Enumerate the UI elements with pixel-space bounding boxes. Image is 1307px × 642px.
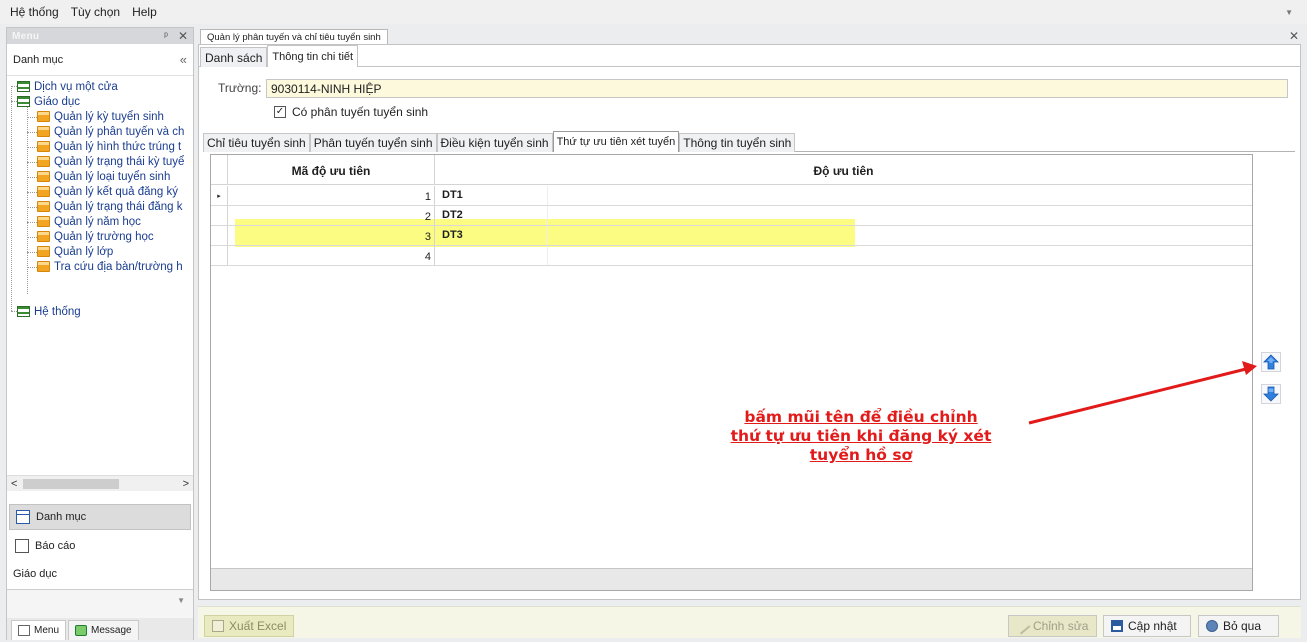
- tree-node-lop[interactable]: Quản lý lớp: [37, 244, 113, 259]
- tab-label: Menu: [34, 625, 60, 636]
- document-icon: [37, 111, 50, 122]
- collapse-icon[interactable]: «: [180, 52, 187, 67]
- tree-node-label: Tra cứu địa bàn/trường h: [54, 260, 183, 273]
- document-close-icon[interactable]: ✕: [1289, 29, 1299, 43]
- dropdown-arrow-icon[interactable]: ▼: [1279, 8, 1299, 17]
- category-title: Danh mục: [13, 53, 64, 66]
- menu-icon: [18, 625, 30, 636]
- panel-overflow[interactable]: ▼: [7, 589, 193, 619]
- tree-node-label: Quản lý hình thức trúng t: [54, 140, 182, 153]
- scroll-right-icon[interactable]: >: [183, 478, 189, 490]
- document-icon: [37, 141, 50, 152]
- tree-node-phan-tuyen[interactable]: Quản lý phân tuyến và ch: [37, 124, 184, 139]
- tree-node-label: Quản lý trạng thái kỳ tuyể: [54, 155, 185, 168]
- nav-danh-muc-button[interactable]: Danh mục: [9, 504, 191, 530]
- cancel-label: Bỏ qua: [1223, 619, 1262, 633]
- menubar: Hệ thống Tùy chọn Help ▼: [0, 0, 1307, 24]
- bottom-action-bar: Xuất Excel Chỉnh sửa Cập nhật Bỏ qua: [198, 606, 1301, 638]
- tree-node-label: Quản lý kết quả đăng ký: [54, 185, 179, 198]
- document-icon: [37, 231, 50, 242]
- tree-node-trang-thai-ky[interactable]: Quản lý trạng thái kỳ tuyể: [37, 154, 184, 169]
- close-icon[interactable]: ✕: [178, 29, 188, 43]
- tab-message[interactable]: Message: [68, 620, 139, 640]
- tree-node-ky-tuyen-sinh[interactable]: Quản lý kỳ tuyển sinh: [37, 109, 164, 124]
- group-label: Giáo dục: [9, 561, 191, 587]
- panel-header: Menu ᵖ ✕: [7, 28, 193, 44]
- horizontal-scrollbar[interactable]: < >: [7, 475, 193, 491]
- annotation-line: thứ tự ưu tiên khi đăng ký xét: [730, 427, 992, 445]
- tree-node-label: Quản lý trạng thái đăng k: [54, 200, 183, 213]
- tree-node-nam-hoc[interactable]: Quản lý năm học: [37, 214, 141, 229]
- tree-node-trang-thai-dang-ky[interactable]: Quản lý trạng thái đăng k: [37, 199, 183, 214]
- tree-node-label: Quản lý kỳ tuyển sinh: [54, 110, 164, 123]
- tree-node-label: Quản lý trường học: [54, 230, 154, 243]
- edit-label: Chỉnh sửa: [1033, 619, 1089, 633]
- tree-node-ket-qua[interactable]: Quản lý kết quả đăng ký: [37, 184, 178, 199]
- document-icon: [37, 186, 50, 197]
- annotation-line: tuyển hồ sơ: [809, 446, 913, 464]
- tree-node-label: Quản lý năm học: [54, 215, 141, 228]
- document-icon: [37, 156, 50, 167]
- tree-node-label: Giáo dục: [34, 95, 81, 108]
- update-label: Cập nhật: [1128, 619, 1177, 633]
- document-icon: [37, 246, 50, 257]
- update-button[interactable]: Cập nhật: [1103, 615, 1191, 637]
- annotation-arrow: [1028, 361, 1257, 425]
- annotation-line: bấm mũi tên để điều chỉnh: [744, 408, 978, 426]
- export-excel-button[interactable]: Xuất Excel: [204, 615, 295, 637]
- nav-label: Báo cáo: [35, 540, 76, 552]
- scroll-left-icon[interactable]: <: [11, 478, 17, 490]
- pin-icon[interactable]: ᵖ: [164, 31, 168, 42]
- cancel-button[interactable]: Bỏ qua: [1198, 615, 1279, 637]
- main-panel: Danh sách Thông tin chi tiết Trường: 903…: [198, 44, 1301, 600]
- document-icon: [37, 126, 50, 137]
- tree-node-dich-vu[interactable]: Dịch vụ một cửa: [17, 79, 118, 94]
- document-tab[interactable]: Quản lý phân tuyến và chỉ tiêu tuyển sin…: [200, 29, 388, 44]
- nav-bao-cao-button[interactable]: Báo cáo: [9, 533, 191, 559]
- tree-node-label: Quản lý phân tuyến và ch: [54, 125, 185, 138]
- menu-tuy-chon[interactable]: Tùy chọn: [65, 5, 126, 19]
- grid-icon: [17, 306, 30, 317]
- export-label: Xuất Excel: [229, 619, 287, 633]
- list-icon: [16, 510, 30, 524]
- tree-node-truong-hoc[interactable]: Quản lý trường học: [37, 229, 154, 244]
- group-label-text: Giáo dục: [13, 568, 58, 580]
- tree-node-label: Dịch vụ một cửa: [34, 80, 118, 93]
- document-icon: [37, 216, 50, 227]
- tree-node-giao-duc[interactable]: Giáo dục: [17, 94, 80, 109]
- report-icon: [15, 539, 29, 553]
- tab-menu[interactable]: Menu: [11, 620, 67, 640]
- nav-label: Danh mục: [36, 511, 87, 523]
- save-icon: [1111, 620, 1123, 632]
- cancel-icon: [1206, 620, 1218, 632]
- grid-icon: [17, 81, 30, 92]
- tree-node-loai-tuyen-sinh[interactable]: Quản lý loại tuyển sinh: [37, 169, 170, 184]
- excel-icon: [212, 620, 224, 632]
- tree-node-label: Quản lý lớp: [54, 245, 114, 258]
- document-icon: [37, 171, 50, 182]
- panel-title: Menu: [12, 30, 40, 42]
- annotation-text: bấm mũi tên để điều chỉnh thứ tự ưu tiên…: [686, 408, 1036, 465]
- tab-label: Message: [91, 625, 132, 636]
- grid-icon: [17, 96, 30, 107]
- menu-he-thong[interactable]: Hệ thống: [4, 5, 65, 19]
- tree-node-label: Hệ thống: [34, 305, 81, 318]
- message-icon: [75, 625, 88, 636]
- scrollbar-thumb[interactable]: [23, 479, 119, 489]
- tree-node-he-thong[interactable]: Hệ thống: [17, 304, 81, 319]
- left-menu-panel: Menu ᵖ ✕ Danh mục « Dịch vụ một cửa Giáo…: [6, 27, 194, 640]
- document-icon: [37, 261, 50, 272]
- menu-tree: Dịch vụ một cửa Giáo dục Quản lý kỳ tuyể…: [7, 78, 193, 498]
- tree-node-label: Quản lý loại tuyển sinh: [54, 170, 171, 183]
- tree-node-hinh-thuc[interactable]: Quản lý hình thức trúng t: [37, 139, 181, 154]
- document-icon: [37, 201, 50, 212]
- tree-node-tra-cuu[interactable]: Tra cứu địa bàn/trường h: [37, 259, 183, 274]
- pencil-icon: [1013, 617, 1031, 635]
- edit-button[interactable]: Chỉnh sửa: [1008, 615, 1097, 637]
- document-tab-title: Quản lý phân tuyến và chỉ tiêu tuyển sin…: [207, 31, 381, 43]
- left-bottom-tabs: Menu Message: [7, 618, 193, 640]
- menu-help[interactable]: Help: [126, 5, 163, 19]
- category-header: Danh mục «: [7, 44, 193, 76]
